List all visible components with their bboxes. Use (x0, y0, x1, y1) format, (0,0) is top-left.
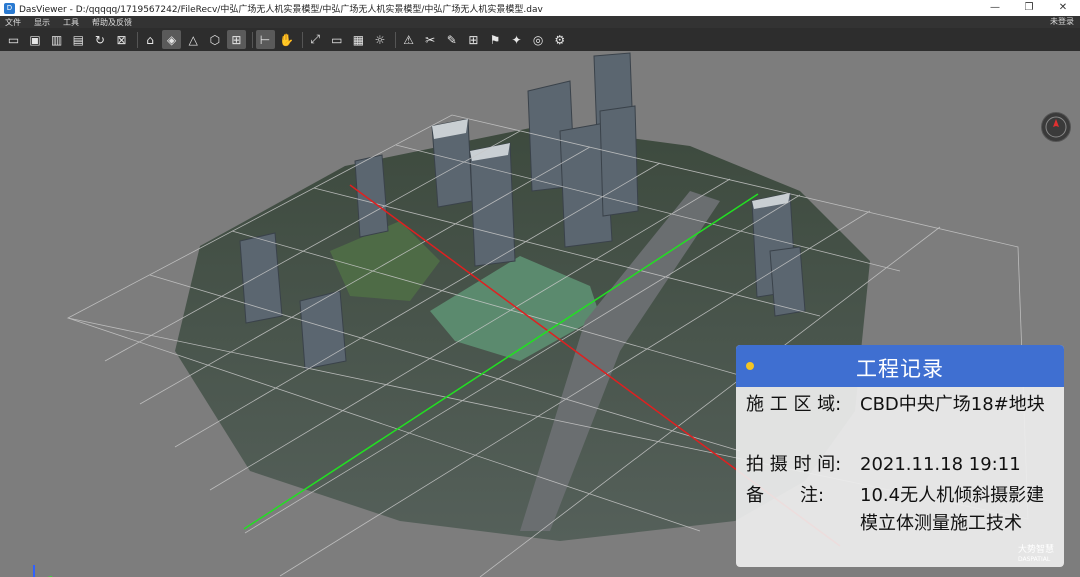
project-record-panel: 工程记录 施 工 区 域: CBD中央广场18#地块 拍 摄 时 间: 2021… (736, 345, 1064, 567)
axis-gizmo-icon (16, 563, 56, 577)
menu-view[interactable]: 显示 (34, 17, 50, 28)
monitor-icon[interactable]: ▭ (327, 30, 346, 49)
hand-icon[interactable]: ✋ (277, 30, 296, 49)
settings-icon[interactable]: ⚙ (550, 30, 569, 49)
crop-icon[interactable]: ⊞ (226, 30, 246, 49)
toolbar-separator (136, 31, 138, 48)
menu-file[interactable]: 文件 (5, 17, 21, 28)
record-label: 备 注: (746, 485, 825, 506)
logo-subtext: DASPATIAL (1018, 556, 1051, 563)
close-button[interactable]: ✕ (1046, 0, 1080, 16)
brush-icon[interactable]: ✦ (507, 30, 526, 49)
home-icon[interactable]: ⌂ (141, 30, 160, 49)
compass-icon[interactable] (1041, 112, 1071, 142)
toolbar-separator (395, 31, 397, 48)
flag-icon[interactable]: ⚑ (485, 30, 504, 49)
fullscreen-icon[interactable]: ⤢ (306, 30, 325, 49)
pen-icon[interactable]: ✎ (442, 30, 461, 49)
refresh-icon[interactable]: ↻ (90, 30, 109, 49)
light-icon[interactable]: ☼ (371, 30, 390, 49)
toolbar-separator (301, 31, 303, 48)
record-row-time: 拍 摄 时 间: 2021.11.18 19:11 (746, 451, 1052, 479)
title-bar: D DasViewer - D:/qqqqq/1719567242/FileRe… (0, 0, 1080, 16)
cube-icon[interactable]: ⬡ (205, 30, 224, 49)
toolbar: ▭ ▣ ▥ ▤ ↻ ⊠ ⌂ ◈ △ ⬡ ⊞ ⊢ ✋ ⤢ ▭ ▦ ☼ ⚠ ✂ ✎ … (0, 28, 1080, 51)
window-controls: — ❐ ✕ (978, 0, 1080, 16)
menu-help[interactable]: 帮助及反馈 (92, 17, 132, 28)
record-row-area: 施 工 区 域: CBD中央广场18#地块 (746, 391, 1052, 419)
ruler-icon[interactable]: ⚠ (399, 30, 418, 49)
menu-tools[interactable]: 工具 (63, 17, 79, 28)
panel-title: 工程记录 (856, 357, 944, 381)
menu-bar: 文件 显示 工具 帮助及反馈 未登录 (0, 16, 1080, 28)
pin-icon[interactable]: ◎ (529, 30, 548, 49)
mountain-icon[interactable]: △ (184, 30, 203, 49)
save-icon[interactable]: ▤ (69, 30, 88, 49)
layers-icon[interactable]: ◈ (162, 30, 182, 49)
record-row-note: 备 注: 10.4无人机倾斜摄影建模立体测量施工技术 (746, 482, 1052, 538)
scissors-icon[interactable]: ✂ (421, 30, 440, 49)
restore-button[interactable]: ❐ (1012, 0, 1046, 16)
dasviewer-icon: D (4, 2, 15, 14)
open-file-icon[interactable]: ▣ (26, 30, 45, 49)
chart-icon[interactable]: ▥ (47, 30, 66, 49)
open-folder-icon[interactable]: ▭ (4, 30, 23, 49)
screenshot-icon[interactable]: ▦ (349, 30, 368, 49)
record-value: 10.4无人机倾斜摄影建模立体测量施工技术 (860, 485, 1045, 534)
record-label: 拍 摄 时 间: (746, 454, 842, 475)
grid-icon[interactable]: ⊞ (464, 30, 483, 49)
minimize-button[interactable]: — (978, 0, 1012, 16)
record-label: 施 工 区 域: (746, 394, 842, 415)
toolbar-separator (251, 31, 253, 48)
company-logo: 大势智慧 DASPATIAL (1018, 545, 1078, 565)
logo-text: 大势智慧 (1018, 545, 1055, 555)
close-file-icon[interactable]: ⊠ (112, 30, 131, 49)
record-value: 2021.11.18 19:11 (860, 454, 1021, 475)
measure-icon[interactable]: ⊢ (255, 30, 275, 49)
window-title: DasViewer - D:/qqqqq/1719567242/FileRecv… (19, 4, 543, 15)
record-value: CBD中央广场18#地块 (860, 394, 1045, 415)
login-link[interactable]: 未登录 (1050, 16, 1074, 28)
panel-header: 工程记录 (736, 345, 1064, 387)
